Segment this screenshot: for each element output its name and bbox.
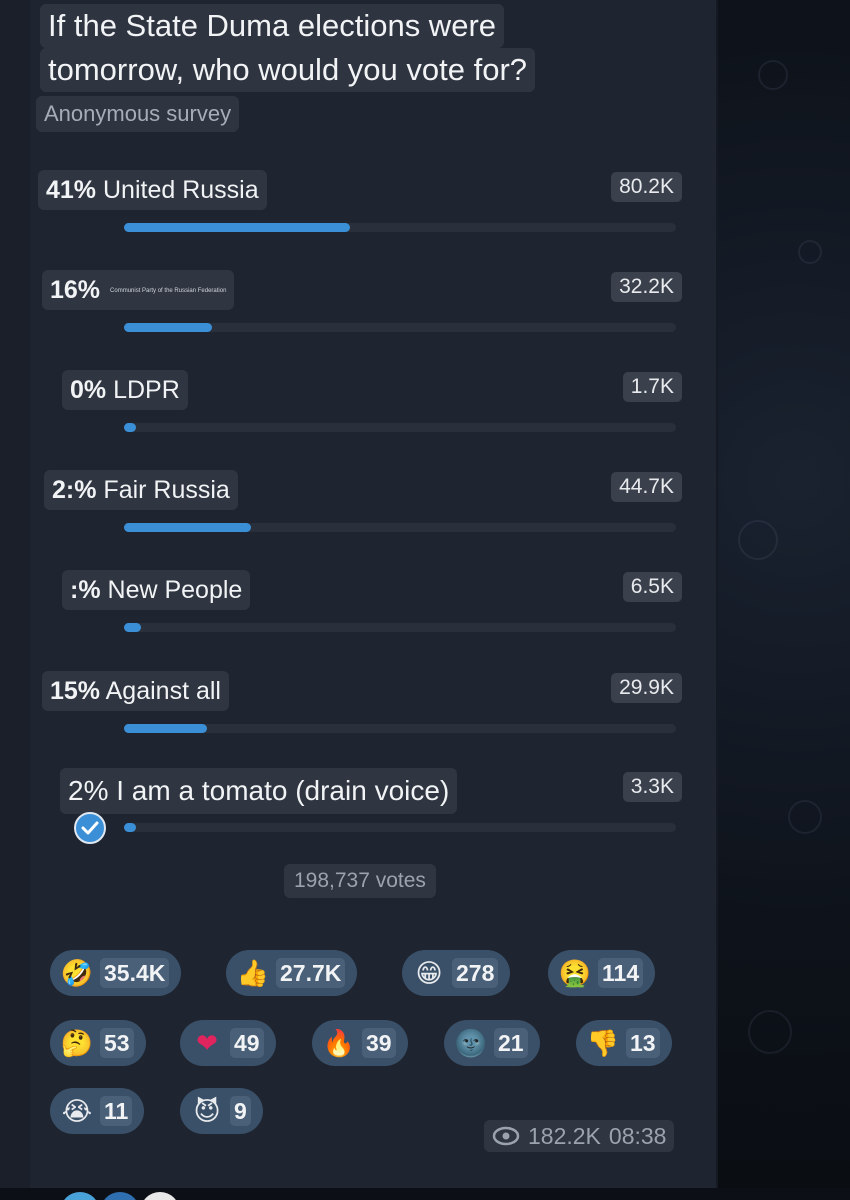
poll-option-percent: 16% <box>50 276 101 304</box>
poll-option-text: LDPR <box>113 376 180 404</box>
avatar[interactable] <box>60 1192 100 1200</box>
poll-option-label: 2:% Fair Russia <box>44 470 238 510</box>
poll-option-label: 0% LDPR <box>62 370 188 410</box>
poll-option-track <box>124 623 676 632</box>
poll-option-bar <box>124 423 136 432</box>
poll-option-count: 1.7K <box>622 372 682 402</box>
poll-option-bar <box>124 523 251 532</box>
thumbs-down-emoji-icon: 👎 <box>586 1028 620 1058</box>
chat-input-strip <box>0 1188 850 1200</box>
poll-option-count: 44.7K <box>611 472 682 502</box>
reaction-count: 53 <box>100 1028 134 1058</box>
poll-option-tomato[interactable]: 2% I am a tomato (drain voice) 3.3K <box>0 768 718 868</box>
selected-check-icon <box>74 812 106 844</box>
poll-option-track <box>124 223 676 232</box>
poll-option-percent: 2:% <box>52 476 97 504</box>
poll-question-line-2: tomorrow, who would you vote for? <box>40 48 536 92</box>
poll-option-text: United Russia <box>103 176 259 204</box>
poll-option-percent: 15% <box>50 677 101 705</box>
reaction-count: 49 <box>230 1028 264 1058</box>
chat-wallpaper <box>718 0 850 1200</box>
reaction-thinking[interactable]: 🤔 53 <box>50 1020 146 1066</box>
poll-total-votes[interactable]: 198,737 votes <box>284 864 436 898</box>
thumbs-up-emoji-icon: 👍 <box>236 958 270 988</box>
poll-option-bar <box>124 323 212 332</box>
reaction-vomiting[interactable]: 🤮 114 <box>548 950 656 996</box>
message-meta: 182.2K 08:38 <box>484 1120 675 1152</box>
poll-option-text: I am a tomato (drain voice) <box>116 775 450 806</box>
reaction-new-moon[interactable]: 🌚 21 <box>444 1020 540 1066</box>
reaction-fire[interactable]: 🔥 39 <box>312 1020 408 1066</box>
view-count: 182.2K <box>528 1123 601 1149</box>
poll-option-track <box>124 523 676 532</box>
poll-option-count: 29.9K <box>611 673 682 703</box>
thinking-emoji-icon: 🤔 <box>60 1028 94 1058</box>
reaction-count: 35.4K <box>100 958 170 988</box>
poll-option-track <box>124 724 676 733</box>
poll-option-percent: :% <box>70 576 101 604</box>
poll-option-track <box>124 423 676 432</box>
reaction-smiling-imp[interactable]: 😈 9 <box>180 1088 263 1134</box>
poll-option-text: Communist Party of the Russian Federatio… <box>110 288 227 295</box>
poll-option-new-people[interactable]: :% New People 6.5K <box>0 570 718 670</box>
fire-emoji-icon: 🔥 <box>322 1028 356 1058</box>
poll-option-count: 80.2K <box>611 172 682 202</box>
vomiting-emoji-icon: 🤮 <box>558 958 592 988</box>
poll-message-bubble: If the State Duma elections were tomorro… <box>0 0 718 1188</box>
heart-emoji-icon: ❤ <box>196 1028 218 1058</box>
poll-type-label: Anonymous survey <box>36 96 240 132</box>
new-moon-face-emoji-icon: 🌚 <box>454 1028 488 1058</box>
poll-option-count: 3.3K <box>622 772 682 802</box>
avatar[interactable] <box>140 1192 180 1200</box>
reaction-grinning[interactable]: 😁 278 <box>402 950 511 996</box>
message-time: 08:38 <box>608 1123 667 1149</box>
crying-emoji-icon: 😭 <box>61 1096 93 1126</box>
poll-option-bar <box>124 823 136 832</box>
reaction-count: 278 <box>452 958 499 988</box>
reaction-count: 11 <box>100 1096 133 1126</box>
reaction-count: 27.7K <box>276 958 346 988</box>
poll-option-against-all[interactable]: 15% Against all 29.9K <box>0 671 718 771</box>
poll-question: If the State Duma elections were tomorro… <box>40 4 536 92</box>
poll-option-percent: 0% <box>70 376 107 404</box>
eye-icon <box>492 1126 520 1146</box>
poll-option-count: 32.2K <box>611 272 682 302</box>
reaction-heart[interactable]: ❤ 49 <box>180 1020 276 1066</box>
poll-question-line-1: If the State Duma elections were <box>40 4 505 48</box>
reaction-count: 9 <box>230 1096 251 1126</box>
reaction-thumbs-down[interactable]: 👎 13 <box>576 1020 672 1066</box>
poll-option-fair-russia[interactable]: 2:% Fair Russia 44.7K <box>0 470 718 570</box>
poll-option-united-russia[interactable]: 41% United Russia 80.2K <box>0 170 718 270</box>
reaction-rofl[interactable]: 🤣 35.4K <box>50 950 182 996</box>
smiling-imp-emoji-icon: 😈 <box>193 1096 221 1126</box>
poll-option-label: 16% Communist Party of the Russian Federa… <box>42 270 235 310</box>
reaction-count: 13 <box>626 1028 660 1058</box>
reaction-count: 39 <box>362 1028 396 1058</box>
poll-option-label: :% New People <box>62 570 251 610</box>
poll-option-ldpr[interactable]: 0% LDPR 1.7K <box>0 370 718 470</box>
poll-option-text: Fair Russia <box>103 476 230 504</box>
reaction-count: 21 <box>494 1028 528 1058</box>
avatar[interactable] <box>100 1192 140 1200</box>
reaction-crying[interactable]: 😭 11 <box>50 1088 145 1134</box>
poll-option-track <box>124 323 676 332</box>
poll-option-bar <box>124 724 207 733</box>
grinning-emoji-icon: 😁 <box>415 958 443 988</box>
poll-option-bar <box>124 223 350 232</box>
poll-option-text: New People <box>107 576 243 604</box>
poll-option-label: 2% I am a tomato (drain voice) <box>60 768 458 814</box>
poll-option-label: 41% United Russia <box>38 170 267 210</box>
poll-option-track <box>124 823 676 832</box>
poll-option-percent: 2% <box>68 775 109 806</box>
poll-option-label: 15% Against all <box>42 671 229 711</box>
rofl-emoji-icon: 🤣 <box>60 958 94 988</box>
poll-option-communist-party[interactable]: 16% Communist Party of the Russian Federa… <box>0 270 718 370</box>
poll-option-percent: 41% <box>46 176 97 204</box>
reaction-thumbs-up[interactable]: 👍 27.7K <box>226 950 358 996</box>
reaction-count: 114 <box>598 958 644 988</box>
poll-option-bar <box>124 623 141 632</box>
poll-option-count: 6.5K <box>622 572 682 602</box>
poll-option-text: Against all <box>105 677 221 705</box>
